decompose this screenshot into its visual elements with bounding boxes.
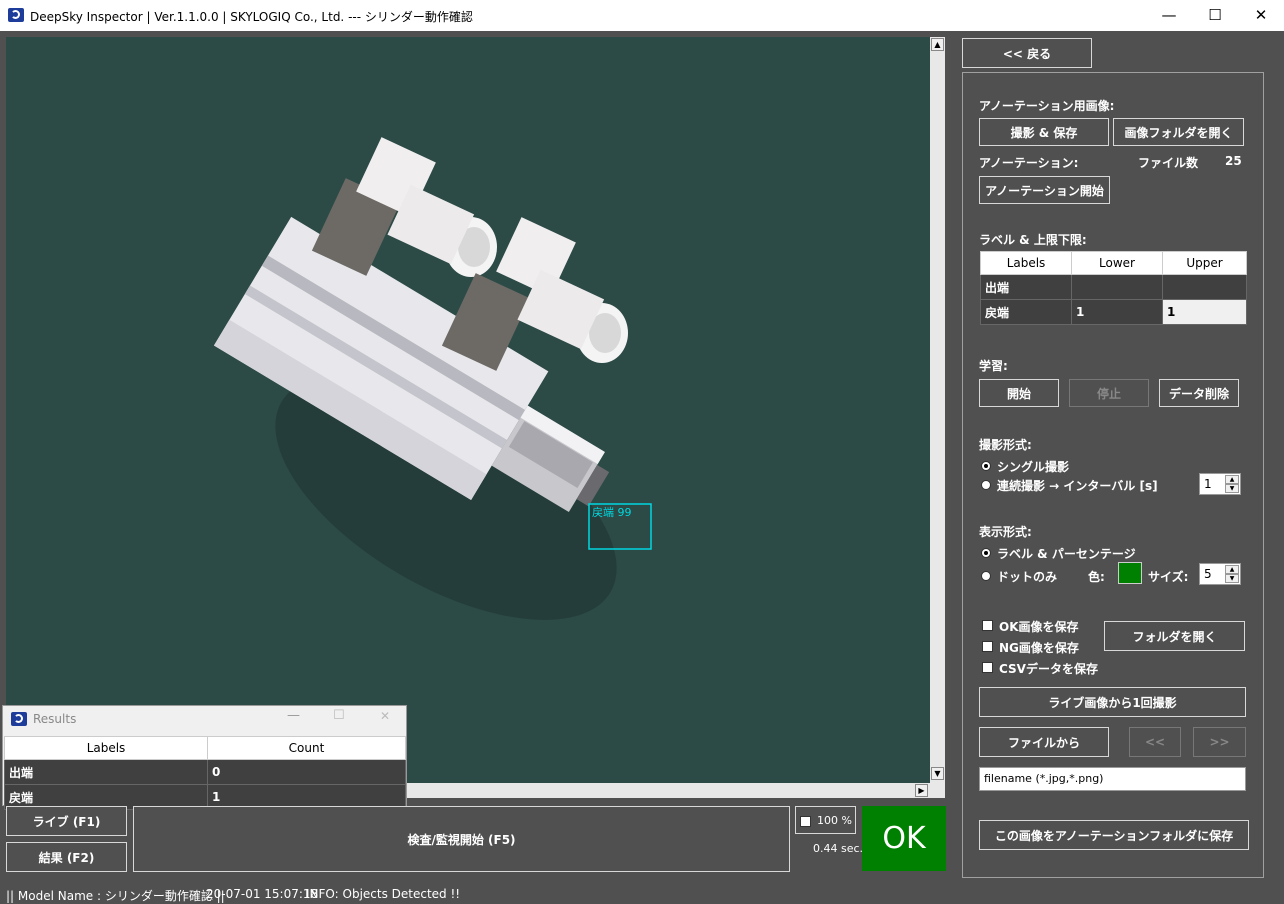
size-label: サイズ: (1148, 570, 1189, 584)
learning-heading: 学習: (979, 359, 1008, 373)
file-count-value: 25 (1225, 154, 1242, 168)
results-label: 出端 (4, 759, 208, 785)
table-row[interactable]: 出端 (980, 274, 1247, 300)
back-button[interactable]: << 戻る (962, 38, 1092, 68)
size-value: 5 (1204, 567, 1212, 581)
scroll-up-icon[interactable]: ▲ (931, 38, 944, 51)
results-minimize-icon[interactable]: — (287, 708, 300, 723)
single-capture-label: シングル撮影 (997, 460, 1070, 474)
maximize-button[interactable]: ☐ (1192, 0, 1238, 31)
title-bar: DeepSky Inspector | Ver.1.1.0.0 | SKYLOG… (0, 0, 1284, 31)
color-label: 色: (1088, 570, 1105, 584)
save-ok-checkbox[interactable] (982, 620, 993, 631)
status-model: || Model Name : シリンダー動作確認 || (6, 889, 225, 903)
annot-image-heading: アノーテーション用画像: (979, 99, 1115, 113)
limits-label: 出端 (980, 274, 1072, 300)
label-percentage-label: ラベル & パーセンテージ (997, 547, 1136, 561)
detection-label: 戻端 99 (592, 506, 632, 519)
scroll-corner (930, 783, 945, 798)
dots-only-label: ドットのみ (997, 570, 1058, 584)
continuous-capture-radio[interactable] (981, 480, 991, 490)
status-info: INFO: Objects Detected !! (306, 887, 461, 901)
interval-stepper[interactable]: 1 ▲ ▼ (1199, 473, 1241, 495)
limits-upper[interactable]: 1 (1162, 299, 1247, 325)
continuous-capture-label: 連続撮影 → インターバル [s] (997, 479, 1158, 493)
limits-lower[interactable]: 1 (1071, 299, 1163, 325)
limits-label: 戻端 (980, 299, 1072, 325)
results-logo-icon (11, 712, 27, 726)
single-capture-radio[interactable] (981, 461, 991, 471)
scroll-down-icon[interactable]: ▼ (931, 767, 944, 780)
dots-only-radio[interactable] (981, 571, 991, 581)
save-csv-checkbox[interactable] (982, 662, 993, 673)
result-button[interactable]: 結果 (F2) (6, 842, 127, 872)
table-row[interactable]: 出端 0 (4, 759, 406, 785)
results-header-labels: Labels (4, 736, 208, 760)
save-csv-label: CSVデータを保存 (999, 662, 1098, 676)
limits-header-lower: Lower (1071, 251, 1163, 275)
learn-start-button[interactable]: 開始 (979, 379, 1059, 407)
next-image-button[interactable]: >> (1193, 727, 1246, 757)
zoom-label: 100 % (817, 814, 852, 827)
filename-input[interactable]: filename (*.jpg,*.png) (979, 767, 1246, 791)
open-folder-button[interactable]: フォルダを開く (1104, 621, 1245, 651)
results-title: Results (33, 712, 77, 726)
window-title: DeepSky Inspector | Ver.1.1.0.0 | SKYLOG… (30, 10, 473, 24)
label-limits-heading: ラベル & 上限下限: (979, 233, 1087, 247)
limits-lower[interactable] (1071, 274, 1163, 300)
limits-upper[interactable] (1162, 274, 1247, 300)
save-ng-label: NG画像を保存 (999, 641, 1079, 655)
save-to-annotation-button[interactable]: この画像をアノーテーションフォルダに保存 (979, 820, 1249, 850)
limits-header-upper: Upper (1162, 251, 1247, 275)
stepper-up-icon[interactable]: ▲ (1225, 565, 1239, 574)
results-table: Labels Count 出端 0 戻端 1 (4, 736, 406, 810)
results-window[interactable]: Results — ☐ ✕ Labels Count 出端 0 戻端 1 (2, 705, 407, 810)
from-file-button[interactable]: ファイルから (979, 727, 1109, 757)
close-button[interactable]: ✕ (1238, 0, 1284, 31)
capture-once-button[interactable]: ライブ画像から1回撮影 (979, 687, 1246, 717)
status-timestamp: 20-07-01 15:07:18 (206, 887, 319, 901)
stepper-up-icon[interactable]: ▲ (1225, 475, 1239, 484)
learn-stop-button[interactable]: 停止 (1069, 379, 1149, 407)
live-button[interactable]: ライブ (F1) (6, 806, 127, 836)
results-header-count: Count (207, 736, 406, 760)
open-image-folder-button[interactable]: 画像フォルダを開く (1113, 118, 1244, 146)
file-count-label: ファイル数 (1138, 156, 1199, 170)
save-ng-checkbox[interactable] (982, 641, 993, 652)
camera-image (6, 37, 930, 783)
capture-save-button[interactable]: 撮影 & 保存 (979, 118, 1109, 146)
capture-mode-heading: 撮影形式: (979, 438, 1032, 452)
size-stepper[interactable]: 5 ▲ ▼ (1199, 563, 1241, 585)
elapsed-time: 0.44 sec. (813, 842, 864, 855)
status-bar: || Model Name : シリンダー動作確認 || 20-07-01 15… (0, 884, 1284, 904)
scroll-right-icon[interactable]: ▶ (915, 784, 928, 797)
results-count: 0 (207, 759, 406, 785)
table-row[interactable]: 戻端 1 1 (980, 299, 1247, 325)
display-mode-heading: 表示形式: (979, 525, 1032, 539)
start-annotation-button[interactable]: アノーテーション開始 (979, 176, 1110, 204)
judgement-result: OK (862, 806, 946, 871)
results-maximize-icon[interactable]: ☐ (333, 708, 345, 723)
limits-table[interactable]: Labels Lower Upper 出端 戻端 1 1 (980, 251, 1247, 325)
results-close-icon[interactable]: ✕ (380, 709, 390, 723)
label-percentage-radio[interactable] (981, 548, 991, 558)
stepper-down-icon[interactable]: ▼ (1225, 484, 1239, 493)
save-ok-label: OK画像を保存 (999, 620, 1079, 634)
zoom-toggle[interactable]: 100 % (795, 806, 856, 834)
inspect-start-button[interactable]: 検査/監視開始 (F5) (133, 806, 790, 872)
minimize-button[interactable]: — (1146, 0, 1192, 31)
dot-color-swatch[interactable] (1118, 562, 1142, 584)
camera-image-view[interactable]: 戻端 99 (6, 37, 930, 783)
viewer-vertical-scrollbar[interactable]: ▲ ▼ (930, 37, 945, 783)
zoom-checkbox[interactable] (800, 816, 811, 827)
interval-value: 1 (1204, 477, 1212, 491)
learn-delete-button[interactable]: データ削除 (1159, 379, 1239, 407)
stepper-down-icon[interactable]: ▼ (1225, 574, 1239, 583)
app-logo-icon (8, 8, 24, 22)
prev-image-button[interactable]: << (1129, 727, 1181, 757)
annotation-heading: アノーテーション: (979, 156, 1079, 170)
limits-header-labels: Labels (980, 251, 1072, 275)
